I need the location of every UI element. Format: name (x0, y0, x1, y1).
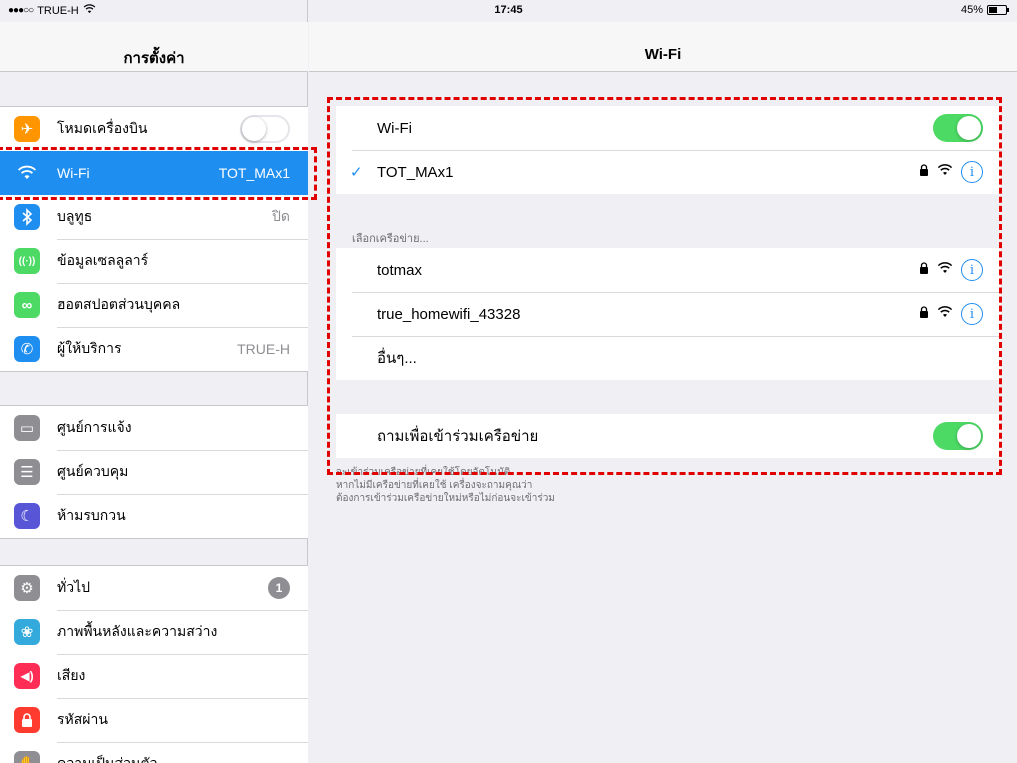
sidebar-item-passcode[interactable]: รหัสผ่าน (0, 698, 308, 742)
sidebar-item-general[interactable]: ⚙ ทั่วไป 1 (0, 566, 308, 610)
sidebar-item-sounds[interactable]: ◀) เสียง (0, 654, 308, 698)
sidebar-item-airplane-mode[interactable]: ✈ โหมดเครื่องบิน (0, 107, 308, 151)
battery-icon (987, 5, 1009, 15)
moon-icon: ☾ (14, 503, 40, 529)
choose-network-caption: เลือกเครือข่าย... (352, 233, 429, 245)
bluetooth-icon (14, 204, 40, 230)
sidebar-item-label: บลูทูธ (57, 208, 93, 224)
wifi-toggle-row: Wi-Fi (336, 106, 1001, 150)
battery-percent: 45% (960, 4, 983, 16)
sidebar-item-label: ศูนย์ควบคุม (57, 463, 129, 479)
clock: 17:45 (494, 4, 523, 16)
sidebar-item-notification-center[interactable]: ▭ ศูนย์การแจ้ง (0, 406, 308, 450)
lock-icon (919, 305, 929, 323)
sidebar-item-cellular[interactable]: ((·)) ข้อมูลเซลลูลาร์ (0, 239, 308, 283)
wifi-toggle[interactable] (933, 114, 983, 142)
other-network-row[interactable]: อื่นๆ... (336, 336, 1001, 380)
airplane-mode-toggle[interactable] (240, 115, 290, 143)
info-icon[interactable]: i (961, 259, 983, 281)
connected-network-row[interactable]: ✓ TOT_MAx1 i (336, 150, 1001, 194)
network-status-icons: i (919, 259, 983, 281)
settings-sidebar: การตั้งค่า ✈ โหมดเครื่องบิน Wi-Fi TOT_MA… (0, 0, 308, 763)
checkmark-icon: ✓ (350, 164, 363, 181)
sidebar-item-hotspot[interactable]: ∞ ฮอตสปอตส่วนบุคคล (0, 283, 308, 327)
wifi-signal-icon (937, 261, 953, 279)
sidebar-header: การตั้งค่า (0, 22, 308, 72)
update-badge: 1 (268, 577, 290, 599)
status-right: 45% (960, 4, 1009, 16)
sidebar-item-label: ความเป็นส่วนตัว (57, 755, 158, 763)
info-icon[interactable]: i (961, 161, 983, 183)
sidebar-item-label: ข้อมูลเซลลูลาร์ (57, 252, 149, 268)
sidebar-item-wallpaper[interactable]: ❀ ภาพพื้นหลังและความสว่าง (0, 610, 308, 654)
sidebar-item-label: ฮอตสปอตส่วนบุคคล (57, 296, 181, 312)
sidebar-item-value: ปิด (272, 208, 290, 224)
sound-icon: ◀) (14, 663, 40, 689)
ask-to-join-row: ถามเพื่อเข้าร่วมเครือข่าย (336, 414, 1001, 458)
sidebar-item-label: ทั่วไป (57, 579, 91, 595)
ask-to-join-label: ถามเพื่อเข้าร่วมเครือข่าย (377, 428, 539, 445)
sidebar-item-carrier[interactable]: ✆ ผู้ให้บริการ TRUE-H (0, 327, 308, 371)
sidebar-group-general: ⚙ ทั่วไป 1 ❀ ภาพพื้นหลังและความสว่าง ◀) … (0, 565, 308, 763)
info-icon[interactable]: i (961, 303, 983, 325)
sidebar-item-label: ผู้ให้บริการ (57, 340, 122, 356)
sidebar-item-label: ห้ามรบกวน (57, 507, 126, 523)
wifi-current-group: Wi-Fi ✓ TOT_MAx1 i (336, 106, 1001, 194)
sidebar-group-connectivity: ✈ โหมดเครื่องบิน Wi-Fi TOT_MAx1 บลูทูธ ป… (0, 106, 308, 372)
network-name: true_homewifi_43328 (377, 305, 521, 323)
airplane-icon: ✈ (14, 116, 40, 142)
privacy-hand-icon: ✋ (14, 751, 40, 763)
wifi-detail-pane: Wi-Fi Wi-Fi ✓ TOT_MAx1 i เลือกเครือข่าย.… (309, 0, 1017, 763)
sidebar-item-do-not-disturb[interactable]: ☾ ห้ามรบกวน (0, 494, 308, 538)
available-networks-group: totmax i true_homewifi_43328 i อื่นๆ... (336, 248, 1001, 380)
sidebar-item-label: Wi-Fi (57, 165, 90, 181)
hotspot-icon: ∞ (14, 292, 40, 318)
lock-icon (919, 163, 929, 181)
sidebar-item-wifi[interactable]: Wi-Fi TOT_MAx1 (0, 151, 308, 195)
other-network-label: อื่นๆ... (377, 350, 417, 367)
status-bar: ●●●○○ TRUE-H 17:45 45% (0, 0, 1017, 22)
network-name: totmax (377, 261, 423, 279)
wallpaper-icon: ❀ (14, 619, 40, 645)
network-name: TOT_MAx1 (377, 163, 454, 181)
sidebar-item-label: เสียง (57, 667, 86, 683)
sidebar-title: การตั้งค่า (123, 50, 185, 67)
footer-note-line: หากไม่มีเครือข่ายที่เคยใช้ เครื่องจะถามค… (336, 480, 533, 491)
network-row[interactable]: true_homewifi_43328 i (336, 292, 1001, 336)
sidebar-item-label: โหมดเครื่องบิน (57, 120, 148, 136)
wifi-signal-icon (937, 163, 953, 181)
sidebar-item-value: TOT_MAx1 (218, 165, 290, 181)
network-status-icons: i (919, 303, 983, 325)
sidebar-item-label: ภาพพื้นหลังและความสว่าง (57, 623, 218, 639)
ask-to-join-description: จะเข้าร่วมเครือข่ายที่เคยใช้โดยอัตโนมัติ… (336, 466, 1001, 505)
wifi-icon (14, 160, 40, 186)
network-status-icons: i (919, 161, 983, 183)
sidebar-item-label: รหัสผ่าน (57, 711, 108, 727)
wifi-label: Wi-Fi (377, 119, 412, 137)
sidebar-item-bluetooth[interactable]: บลูทูธ ปิด (0, 195, 308, 239)
footer-note-line: จะเข้าร่วมเครือข่ายที่เคยใช้โดยอัตโนมัติ (336, 467, 511, 478)
cellular-icon: ((·)) (14, 248, 40, 274)
ask-to-join-toggle[interactable] (933, 422, 983, 450)
phone-icon: ✆ (14, 336, 40, 362)
lock-icon (919, 261, 929, 279)
page-title: Wi-Fi (644, 46, 682, 63)
footer-note-line: ต้องการเข้าร่วมเครือข่ายใหม่หรือไม่ก่อนจ… (336, 493, 555, 504)
wifi-signal-icon (937, 305, 953, 323)
sidebar-item-label: ศูนย์การแจ้ง (57, 419, 132, 435)
sidebar-group-notifications: ▭ ศูนย์การแจ้ง ☰ ศูนย์ควบคุม ☾ ห้ามรบกวน (0, 405, 308, 539)
sidebar-item-control-center[interactable]: ☰ ศูนย์ควบคุม (0, 450, 308, 494)
main-header: Wi-Fi (309, 22, 1017, 72)
passcode-lock-icon (14, 707, 40, 733)
ask-to-join-group: ถามเพื่อเข้าร่วมเครือข่าย (336, 414, 1001, 458)
sidebar-item-value: TRUE-H (237, 341, 290, 357)
sidebar-item-privacy[interactable]: ✋ ความเป็นส่วนตัว (0, 742, 308, 763)
network-row[interactable]: totmax i (336, 248, 1001, 292)
control-center-icon: ☰ (14, 459, 40, 485)
gear-icon: ⚙ (14, 575, 40, 601)
notification-center-icon: ▭ (14, 415, 40, 441)
